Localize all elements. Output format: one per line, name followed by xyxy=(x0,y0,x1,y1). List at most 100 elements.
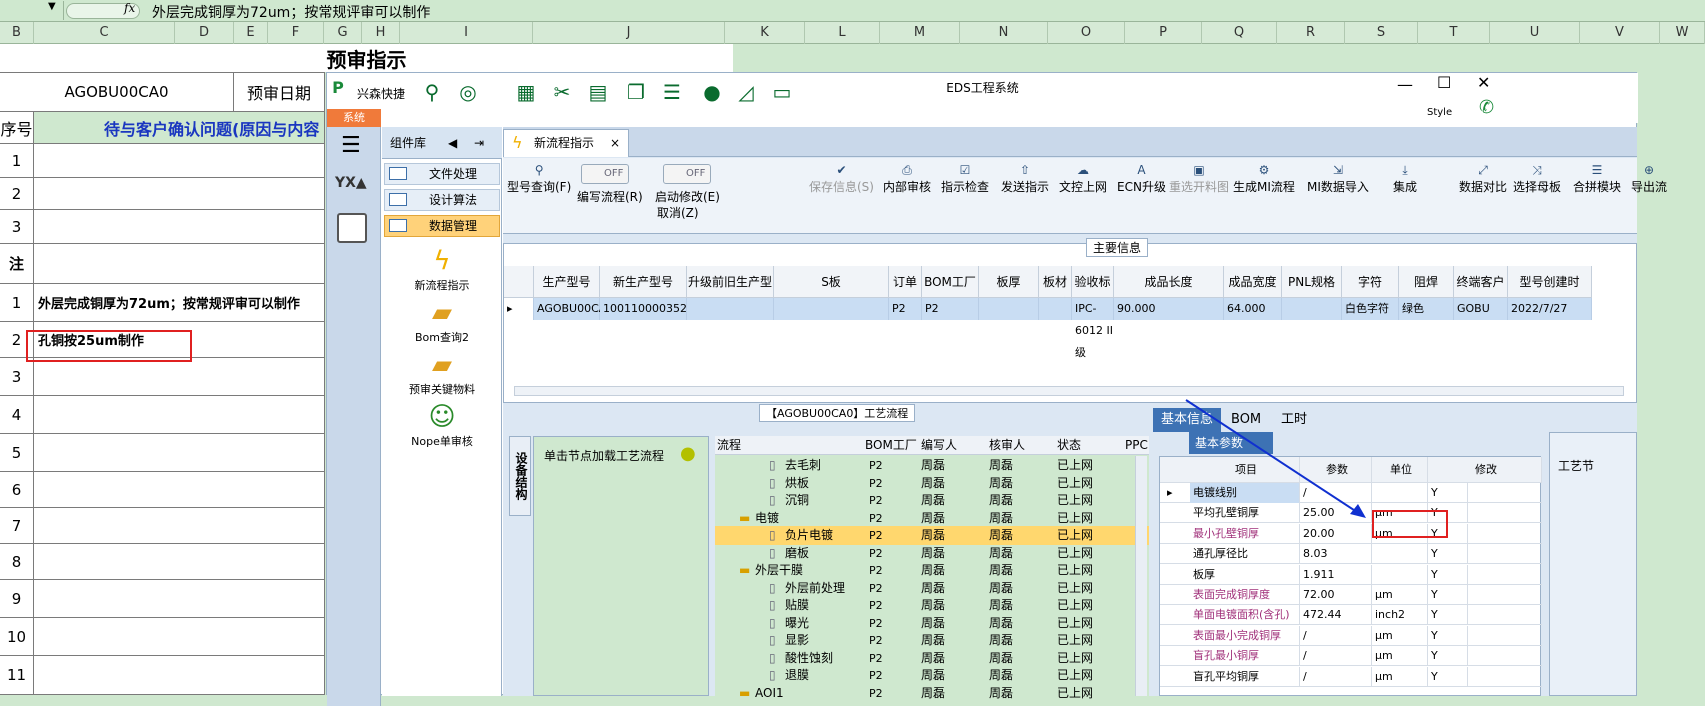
ribbon-button[interactable]: ⚲ 型号查询(F) xyxy=(507,162,571,195)
side-tab-equipment[interactable]: 设备结构 xyxy=(509,436,531,516)
issue-header[interactable]: 待与客户确认问题(原因与内容 xyxy=(34,112,325,144)
ribbon-button[interactable]: ✔ 保存信息(S) xyxy=(809,162,874,195)
column-header-o[interactable]: O xyxy=(1048,22,1125,44)
horizontal-scrollbar[interactable] xyxy=(514,386,1624,396)
ribbon-button[interactable]: ⤨ 选择母板 xyxy=(1513,162,1561,195)
ribbon-edit-flow[interactable]: 编写流程(R) xyxy=(577,188,643,205)
pin-icon[interactable]: ⇥ xyxy=(474,127,484,159)
row-number[interactable]: 注 xyxy=(0,244,34,284)
row-indicator[interactable]: ▸ xyxy=(504,298,534,320)
param-value[interactable]: 1.911 xyxy=(1300,564,1372,585)
issue-cell[interactable] xyxy=(34,472,325,508)
tree-header-cell[interactable]: 编写人 xyxy=(921,436,957,455)
ribbon-button[interactable]: ☁ 文控上网 xyxy=(1059,162,1107,195)
ribbon-button[interactable]: ▣ 重选开料图 xyxy=(1169,162,1229,195)
issue-cell[interactable] xyxy=(34,656,325,695)
column-header-m[interactable]: M xyxy=(880,22,960,44)
grid-header-cell[interactable]: 型号创建时 xyxy=(1508,266,1592,298)
library-item[interactable]: 设计算法 xyxy=(384,189,500,211)
toggle-switch[interactable]: OFF xyxy=(581,164,629,184)
tree-header-cell[interactable]: 流程 xyxy=(717,436,741,455)
grid-cell[interactable]: 2022/7/27 xyxy=(1508,298,1592,320)
issue-cell[interactable] xyxy=(34,358,325,396)
grid-cell[interactable] xyxy=(1282,298,1342,320)
row-number[interactable]: 9 xyxy=(0,580,34,618)
tree-row[interactable]: ▯ 沉铜 P2 周磊 周磊 已上网 xyxy=(715,491,1149,510)
issue-cell[interactable] xyxy=(34,178,325,210)
close-icon[interactable]: ✕ xyxy=(1477,73,1490,92)
menu-icon[interactable]: ☰ xyxy=(341,133,361,158)
grid-header-cell[interactable]: 生产型号 xyxy=(534,266,600,298)
tool-item[interactable]: ▰ 预审关键物料 xyxy=(382,349,502,397)
column-header-h[interactable]: H xyxy=(362,22,400,44)
issue-cell[interactable] xyxy=(34,580,325,618)
column-header-p[interactable]: P xyxy=(1125,22,1202,44)
tree-row[interactable]: ▯ 磨板 P2 周磊 周磊 已上网 xyxy=(715,544,1149,563)
row-number[interactable]: 3 xyxy=(0,358,34,396)
row-number[interactable]: 7 xyxy=(0,508,34,544)
param-row[interactable]: 板厚 1.911 Y xyxy=(1160,564,1542,585)
grid-header-cell[interactable]: PNL规格 xyxy=(1282,266,1342,298)
column-header-b[interactable]: B xyxy=(0,22,34,44)
tree-row[interactable]: ▯ 曝光 P2 周磊 周磊 已上网 xyxy=(715,614,1149,633)
tree-header-cell[interactable]: PPC xyxy=(1125,436,1148,455)
column-header-t[interactable]: T xyxy=(1418,22,1490,44)
tab-close-icon[interactable]: × xyxy=(610,130,620,156)
seq-header[interactable]: 序号 xyxy=(0,112,34,144)
tree-row[interactable]: ▯ 退膜 P2 周磊 周磊 已上网 xyxy=(715,666,1149,685)
column-header-e[interactable]: E xyxy=(234,22,268,44)
tree-scrollbar[interactable] xyxy=(1135,456,1147,696)
style-menu[interactable]: Style xyxy=(1427,107,1452,118)
grid-cell[interactable]: 绿色 xyxy=(1399,298,1454,320)
library-item[interactable]: 数据管理 xyxy=(384,215,500,237)
column-header-q[interactable]: Q xyxy=(1202,22,1277,44)
column-header-v[interactable]: V xyxy=(1580,22,1660,44)
ribbon-cancel[interactable]: 取消(Z) xyxy=(657,204,699,221)
system-tab[interactable]: 系统 xyxy=(327,109,381,127)
part-no-cell[interactable]: AGOBU00CA0 xyxy=(0,72,234,112)
ribbon-button[interactable]: ⇲ MI数据导入 xyxy=(1307,162,1369,195)
issue-cell[interactable] xyxy=(34,210,325,244)
chevron-down-icon[interactable]: ▼ xyxy=(48,1,56,12)
row-number[interactable]: 4 xyxy=(0,396,34,434)
column-header-u[interactable]: U xyxy=(1490,22,1580,44)
tool-item[interactable]: ☺ Nope单审核 xyxy=(382,401,502,449)
tree-header-cell[interactable]: 核审人 xyxy=(989,436,1025,455)
formula-text[interactable]: 外层完成铜厚为72um；按常规评审可以制作 xyxy=(152,2,430,22)
grid-header-cell[interactable]: 新生产型号 xyxy=(600,266,687,298)
param-value[interactable]: 20.00 xyxy=(1300,523,1372,544)
tree-row[interactable]: ▯ 烘板 P2 周磊 周磊 已上网 xyxy=(715,474,1149,493)
row-number[interactable]: 5 xyxy=(0,434,34,472)
tool-item[interactable]: ϟ 新流程指示 xyxy=(382,245,502,293)
left-arrow-icon[interactable]: ◀ xyxy=(448,127,457,159)
column-header-r[interactable]: R xyxy=(1277,22,1345,44)
grid-cell[interactable]: 10011000035292 xyxy=(600,298,701,320)
param-row[interactable]: 单面电镀面积(含孔) 472.44 inch2 Y xyxy=(1160,605,1542,626)
param-value[interactable]: / xyxy=(1300,625,1372,646)
review-date-label[interactable]: 预审日期 xyxy=(234,72,325,112)
ribbon-button[interactable]: ⎙ 内部审核 xyxy=(883,162,931,195)
phone-icon[interactable]: ✆ xyxy=(1479,97,1494,118)
ribbon-button[interactable]: ⤓ 集成 xyxy=(1393,162,1417,195)
ribbon-button[interactable]: ⇧ 发送指示 xyxy=(1001,162,1049,195)
column-header-n[interactable]: N xyxy=(960,22,1048,44)
issue-cell[interactable] xyxy=(34,144,325,178)
param-header-cell[interactable]: 单位 xyxy=(1372,457,1428,483)
row-number[interactable]: 1 xyxy=(0,284,34,322)
grid-cell[interactable]: P2 xyxy=(922,298,979,320)
column-header-c[interactable]: C xyxy=(34,22,175,44)
issue-cell[interactable] xyxy=(34,434,325,472)
grid-cell[interactable] xyxy=(1039,298,1072,320)
fx-icon[interactable]: fx xyxy=(124,1,135,15)
row-number[interactable]: 6 xyxy=(0,472,34,508)
grid-header-cell[interactable]: 终端客户代码 xyxy=(1454,266,1508,321)
issue-cell[interactable]: 外层完成铜厚为72um；按常规评审可以制作 xyxy=(34,284,325,322)
sheet-title[interactable]: 预审指示 xyxy=(0,44,733,72)
grid-header-cell[interactable]: 字符 xyxy=(1342,266,1399,298)
tool-item[interactable]: ▰ Bom查询2 xyxy=(382,297,502,345)
row-number[interactable]: 11 xyxy=(0,656,34,695)
grid-header-cell[interactable]: 板厚 xyxy=(979,266,1039,298)
grid-header-cell[interactable]: 阻焊 xyxy=(1399,266,1454,298)
column-header-k[interactable]: K xyxy=(725,22,805,44)
row-number[interactable]: 8 xyxy=(0,544,34,580)
